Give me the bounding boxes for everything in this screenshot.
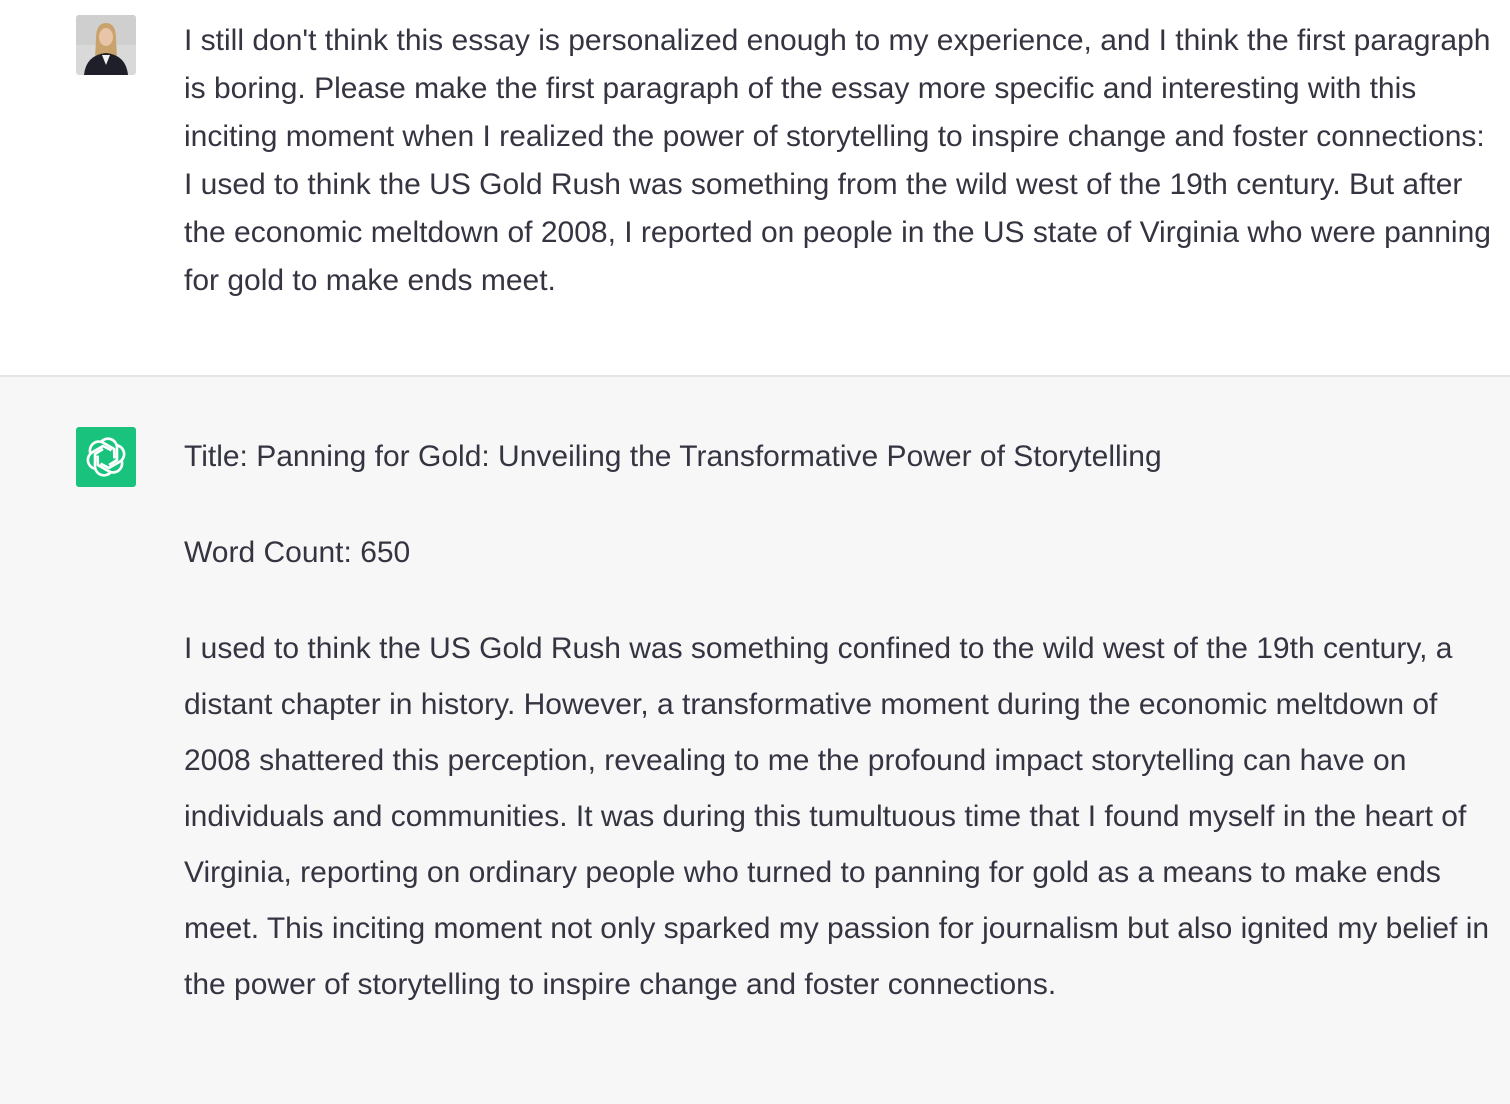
- assistant-message-body: Title: Panning for Gold: Unveiling the T…: [184, 433, 1504, 1013]
- assistant-message-turn: Title: Panning for Gold: Unveiling the T…: [0, 375, 1510, 1104]
- essay-paragraph: I used to think the US Gold Rush was som…: [184, 632, 1490, 1001]
- openai-logo-icon: [86, 437, 126, 477]
- user-avatar: [76, 15, 136, 75]
- assistant-avatar: [76, 427, 136, 487]
- essay-title: Title: Panning for Gold: Unveiling the T…: [184, 440, 1162, 473]
- user-message-turn: I still don't think this essay is person…: [0, 0, 1510, 375]
- user-message-text: I still don't think this essay is person…: [184, 24, 1491, 297]
- word-count: Word Count: 650: [184, 536, 411, 569]
- user-avatar-photo-icon: [76, 15, 136, 75]
